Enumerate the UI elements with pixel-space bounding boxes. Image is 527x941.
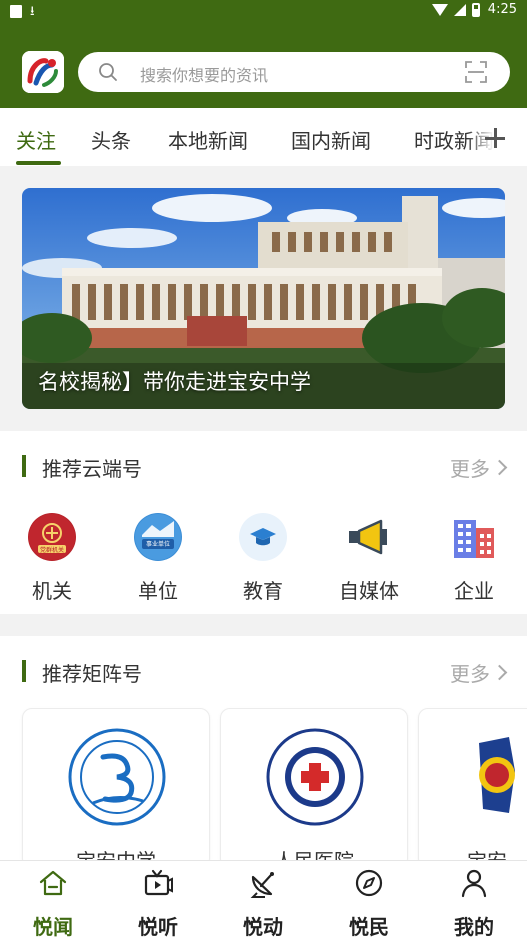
category-jiguan[interactable]: 党群机关 机关	[12, 513, 92, 604]
category-qiye[interactable]: 企业	[434, 513, 514, 604]
banner-caption: 名校揭秘】带你走进宝安中学	[38, 370, 311, 394]
status-time: 4:25	[487, 2, 517, 17]
nav-label: 悦动	[243, 915, 283, 939]
notification-icon	[10, 5, 22, 18]
tab-domestic-news[interactable]: 国内新闻	[291, 125, 371, 154]
category-zimeiti[interactable]: 自媒体	[329, 513, 409, 604]
nav-label: 悦听	[138, 915, 178, 939]
search-bar[interactable]: 搜索你想要的资讯	[78, 52, 510, 92]
category-label: 单位	[138, 579, 178, 603]
nav-label: 悦民	[349, 915, 389, 939]
person-icon	[461, 869, 487, 898]
institution-icon: 事业单位	[134, 513, 182, 561]
hospital-logo-icon	[266, 728, 364, 826]
graduation-cap-icon	[239, 513, 287, 561]
bottom-navigation: 悦闻 悦听 悦动 悦民 我的	[0, 860, 527, 941]
category-tabs: 关注 头条 本地新闻 国内新闻 时政新闻	[0, 108, 527, 166]
nav-label: 我的	[454, 915, 494, 939]
school-logo-icon	[68, 728, 166, 826]
chevron-right-icon	[491, 459, 508, 476]
matrix-card-baoan-police[interactable]: 宝安	[418, 708, 527, 860]
download-icon: ⭳	[30, 4, 35, 19]
nav-yueting[interactable]: 悦听	[118, 867, 198, 940]
home-icon	[39, 870, 67, 896]
more-link[interactable]: 更多	[450, 658, 508, 687]
category-label: 自媒体	[339, 579, 399, 603]
wifi-icon	[431, 3, 448, 16]
tab-local-news[interactable]: 本地新闻	[168, 125, 248, 154]
tab-toutiao[interactable]: 头条	[91, 125, 131, 154]
nav-yuedong[interactable]: 悦动	[223, 867, 303, 940]
card-label: 宝安	[467, 845, 527, 860]
add-channel-icon[interactable]	[483, 126, 507, 150]
app-header: ⭳ 4:25 搜索你想要的资讯	[0, 0, 527, 108]
app-logo[interactable]	[22, 51, 64, 93]
svg-text:事业单位: 事业单位	[146, 540, 170, 548]
police-badge-icon	[479, 737, 515, 813]
megaphone-icon	[345, 513, 393, 561]
nav-yuemin[interactable]: 悦民	[329, 867, 409, 940]
tv-icon	[144, 869, 173, 896]
recommended-matrix-accounts: 推荐矩阵号 更多 宝安中学 人民医院 宝安	[0, 636, 527, 860]
category-label: 教育	[243, 579, 283, 603]
matrix-card-baoan-middle-school[interactable]: 宝安中学	[22, 708, 210, 860]
building-icon	[450, 513, 498, 561]
scan-icon[interactable]	[464, 60, 488, 84]
category-jiaoyu[interactable]: 教育	[223, 513, 303, 604]
matrix-card-peoples-hospital[interactable]: 人民医院	[220, 708, 408, 860]
card-label: 人民医院	[221, 845, 407, 860]
search-icon	[99, 63, 117, 81]
nav-wode[interactable]: 我的	[434, 867, 514, 940]
category-danwei[interactable]: 事业单位 单位	[118, 513, 198, 604]
svg-text:党群机关: 党群机关	[40, 546, 64, 554]
recommended-cloud-accounts: 推荐云端号 更多 党群机关 机关 事业单位 单位 教育 自媒体 企业	[0, 431, 527, 614]
government-emblem-icon: 党群机关	[28, 513, 76, 561]
status-bar: ⭳ 4:25	[0, 0, 527, 24]
tab-guanzhu[interactable]: 关注	[16, 125, 56, 154]
category-label: 机关	[32, 579, 72, 603]
banner-carousel[interactable]: 名校揭秘】带你走进宝安中学	[22, 188, 505, 409]
nav-label: 悦闻	[33, 915, 73, 939]
card-label: 宝安中学	[23, 845, 209, 860]
battery-icon	[471, 2, 480, 17]
category-label: 企业	[454, 579, 494, 603]
satellite-dish-icon	[250, 872, 274, 898]
section-title: 推荐云端号	[42, 457, 142, 481]
active-tab-indicator	[16, 161, 61, 165]
more-link[interactable]: 更多	[450, 453, 508, 482]
chevron-right-icon	[491, 664, 508, 681]
nav-yuewen[interactable]: 悦闻	[13, 867, 93, 940]
signal-icon	[453, 3, 466, 16]
search-placeholder: 搜索你想要的资讯	[140, 66, 269, 85]
section-title: 推荐矩阵号	[42, 662, 142, 686]
compass-icon	[355, 869, 383, 897]
